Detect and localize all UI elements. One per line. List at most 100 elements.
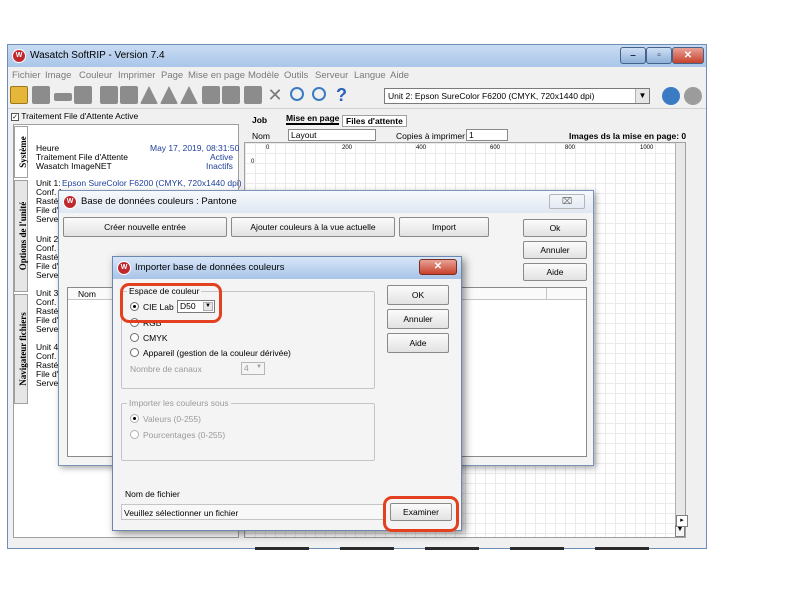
copies-label: Copies à imprimer [396, 131, 465, 141]
import-dialog-title-bar: W Importer base de données couleurs ✕ [113, 257, 461, 279]
ruler-tick: 1000 [640, 145, 654, 151]
filename-label: Nom de fichier [125, 489, 180, 499]
chevron-down-icon[interactable]: ▼ [635, 89, 649, 103]
queue-active-checkbox-row[interactable]: ✓ Traitement File d'Attente Active [11, 111, 138, 121]
radio-percent[interactable] [130, 430, 139, 439]
layout-name-input[interactable]: Layout [288, 129, 376, 141]
title-bar: W Wasatch SoftRIP - Version 7.4 – ▫ ✕ [8, 45, 706, 67]
wasatch-logo-icon: W [12, 49, 26, 63]
menu-imprimer[interactable]: Imprimer [118, 70, 155, 81]
menu-bar: Fichier Image Couleur Imprimer Page Mise… [8, 68, 706, 83]
taskbar-fragment [510, 547, 564, 550]
column-nom[interactable]: Nom [78, 289, 96, 299]
taskbar-fragment [425, 547, 479, 550]
images-count-label: Images ds la mise en page: 0 [569, 131, 687, 141]
tab-systeme[interactable]: Système [14, 126, 28, 178]
help-button[interactable]: Aide [523, 263, 587, 281]
tab-files-attente[interactable]: Files d'attente [342, 115, 407, 127]
device-select[interactable]: Unit 2: Epson SureColor F6200 (CMYK, 720… [384, 88, 650, 104]
zoom-in-icon[interactable] [290, 87, 304, 101]
printer-icon[interactable] [32, 86, 50, 104]
menu-fichier[interactable]: Fichier [12, 70, 41, 81]
channels-label: Nombre de canaux [130, 364, 202, 374]
layout-b-icon[interactable] [160, 86, 178, 104]
copies-value: 1 [469, 130, 474, 140]
add-colors-button[interactable]: Ajouter couleurs à la vue actuelle [231, 217, 395, 237]
device-select-value: Unit 2: Epson SureColor F6200 (CMYK, 720… [388, 91, 595, 101]
square-b-icon[interactable] [222, 86, 240, 104]
page-icon[interactable] [100, 86, 118, 104]
search-device-icon[interactable] [662, 87, 680, 105]
tab-mise-en-page[interactable]: Mise en page [286, 113, 340, 125]
menu-page[interactable]: Page [161, 70, 183, 81]
copies-input[interactable]: 1 [466, 129, 508, 141]
zoom-out-icon[interactable] [312, 87, 326, 101]
ok-button[interactable]: OK [387, 285, 449, 305]
ok-button[interactable]: Ok [523, 219, 587, 237]
menu-serveur[interactable]: Serveur [315, 70, 348, 81]
scroll-right-icon[interactable]: ▸ [676, 515, 688, 527]
close-button[interactable]: ✕ [672, 47, 704, 64]
help-button[interactable]: Aide [387, 333, 449, 353]
import-as-group-label: Importer les couleurs sous [127, 398, 231, 408]
queue-active-label: Traitement File d'Attente Active [21, 111, 139, 121]
tab-job[interactable]: Job [252, 115, 267, 125]
ruler-tick-left: 0 [251, 159, 255, 165]
square-a-icon[interactable] [202, 86, 220, 104]
menu-modele[interactable]: Modèle [248, 70, 279, 81]
unit1-value: Epson SureColor F6200 (CMYK, 720x1440 dp… [62, 178, 242, 188]
tab-options-unite[interactable]: Options de l'unité [14, 180, 28, 292]
chevron-down-icon[interactable]: ▼ [255, 364, 263, 373]
menu-couleur[interactable]: Couleur [79, 70, 112, 81]
menu-langue[interactable]: Langue [354, 70, 386, 81]
status-circle-icon[interactable] [684, 87, 702, 105]
help-icon[interactable]: ? [336, 85, 347, 106]
wasatch-logo-icon: W [117, 261, 131, 275]
page-alt-icon[interactable] [120, 86, 138, 104]
vertical-scrollbar[interactable] [675, 143, 685, 537]
create-entry-button[interactable]: Créer nouvelle entrée [63, 217, 227, 237]
ruler-tick: 800 [565, 145, 576, 151]
radio-values[interactable] [130, 414, 139, 423]
radio-device[interactable] [130, 348, 139, 357]
tab-navigateur-fichiers[interactable]: Navigateur fichiers [14, 294, 28, 404]
ruler-tick: 400 [416, 145, 427, 151]
layout-name-value: Layout [291, 130, 317, 140]
toolbar: ✕ ? Unit 2: Epson SureColor F6200 (CMYK,… [8, 83, 706, 109]
delete-x-icon[interactable]: ✕ [266, 86, 284, 104]
radio-cmyk[interactable] [130, 333, 139, 342]
layout-c-icon[interactable] [180, 86, 198, 104]
dialog-title: Base de données couleurs : Pantone [81, 196, 237, 207]
close-icon[interactable]: ⌧ [549, 194, 585, 209]
menu-image[interactable]: Image [45, 70, 71, 81]
cancel-button[interactable]: Annuler [387, 309, 449, 329]
import-dialog-title: Importer base de données couleurs [135, 262, 285, 273]
imagenet-label: Wasatch ImageNET [36, 161, 112, 171]
cmyk-label: CMYK [143, 333, 168, 343]
wasatch-logo-icon: W [63, 195, 77, 209]
stack-icon[interactable] [244, 86, 262, 104]
minimize-button[interactable]: – [620, 47, 646, 64]
nom-label: Nom [252, 131, 270, 141]
maximize-button[interactable]: ▫ [646, 47, 672, 64]
vertical-tabs: Système Options de l'unité Navigateur fi… [14, 126, 28, 426]
ruler-tick: 0 [266, 145, 270, 151]
print-queue-icon[interactable] [74, 86, 92, 104]
channels-select[interactable]: 4 ▼ [241, 362, 265, 375]
print-minus-icon[interactable] [54, 93, 72, 101]
filename-field[interactable]: Veuillez sélectionner un fichier [121, 504, 385, 520]
close-icon[interactable]: ✕ [419, 259, 457, 275]
imagenet-value: Inactifs [206, 161, 233, 171]
annotation-highlight-examiner [383, 496, 459, 532]
menu-mise-en-page[interactable]: Mise en page [188, 70, 245, 81]
menu-outils[interactable]: Outils [284, 70, 308, 81]
channels-value: 4 [244, 363, 249, 373]
taskbar-fragment [255, 547, 309, 550]
layout-a-icon[interactable] [140, 86, 158, 104]
cancel-button[interactable]: Annuler [523, 241, 587, 259]
ruler-tick: 600 [490, 145, 501, 151]
menu-aide[interactable]: Aide [390, 70, 409, 81]
percent-label: Pourcentages (0-255) [143, 430, 226, 440]
values-label: Valeurs (0-255) [143, 414, 201, 424]
import-button[interactable]: Import [399, 217, 489, 237]
